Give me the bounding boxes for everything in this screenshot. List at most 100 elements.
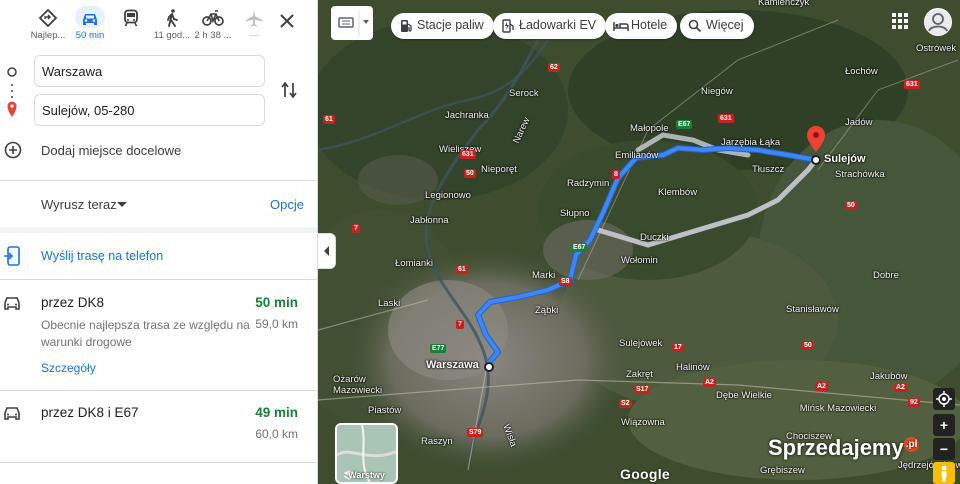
map-label: Legionowo <box>425 190 471 201</box>
layers-label: Warstwy <box>348 470 385 480</box>
my-location-button[interactable] <box>933 388 955 410</box>
road-badge: S79 <box>467 428 484 437</box>
train-icon <box>124 9 138 27</box>
map-label: Duczki <box>640 232 669 243</box>
walking-icon <box>167 9 178 27</box>
chip-hotels[interactable]: Hotele <box>605 13 678 39</box>
directions-panel: Najlep... 50 min 11 god... 2 h 38 ... — … <box>0 0 318 484</box>
road-badge: 631 <box>718 114 734 123</box>
map-label: Serock <box>509 88 539 99</box>
map-label: Nieporęt <box>481 164 517 175</box>
swap-vertical-icon <box>281 81 297 99</box>
caret-down-icon[interactable] <box>117 202 127 208</box>
swap-button[interactable] <box>279 80 299 100</box>
pegman-icon <box>941 465 947 482</box>
map-label: Tłuszcz <box>752 164 785 175</box>
route-via: przez DK8 i E67 <box>41 405 139 420</box>
chip-label: Więcej <box>706 18 744 32</box>
origin-input[interactable]: Warszawa <box>34 55 265 87</box>
divider <box>0 279 317 280</box>
car-icon <box>4 407 20 420</box>
road-badge: A2 <box>703 378 716 387</box>
route-waypoint-markers <box>7 67 17 117</box>
hotel-icon <box>613 22 629 31</box>
road-badge: 61 <box>323 115 335 124</box>
mode-flight[interactable]: — <box>232 6 276 46</box>
mode-best[interactable]: Najlep... <box>26 6 70 46</box>
car-icon <box>4 297 20 310</box>
map-label: Laski <box>378 298 401 309</box>
watermark: Sprzedajemy .pl <box>768 435 920 461</box>
layers-button[interactable]: Warstwy <box>335 423 398 484</box>
depart-time-select[interactable]: Wyrusz teraz <box>41 197 117 212</box>
add-circle-icon[interactable] <box>4 141 22 159</box>
street-view-button[interactable] <box>933 462 955 484</box>
map-label: Piastów <box>368 405 402 416</box>
options-button[interactable]: Opcje <box>270 197 304 212</box>
map-label: Halinów <box>676 362 710 373</box>
chip-ev-chargers[interactable]: Ładowarki EV <box>493 13 607 39</box>
chip-gas-stations[interactable]: Stacje paliw <box>391 13 494 39</box>
chevron-left-icon <box>323 246 329 256</box>
road-badge: 8 <box>612 170 620 179</box>
road-badge: 92 <box>908 398 920 407</box>
zoom-in-button[interactable]: + <box>933 414 955 436</box>
road-badge: E67 <box>676 120 693 129</box>
route-distance: 59,0 km <box>255 317 298 331</box>
person-icon <box>928 13 948 32</box>
close-button[interactable] <box>276 10 298 32</box>
road-badge: A2 <box>894 383 907 392</box>
chip-more[interactable]: Więcej <box>680 13 754 39</box>
account-avatar[interactable] <box>924 8 952 36</box>
zoom-out-button[interactable]: − <box>933 438 955 460</box>
divider <box>0 462 317 463</box>
my-location-icon <box>936 391 952 407</box>
map-label: Sulejówek <box>619 338 663 349</box>
gas-station-icon <box>401 20 412 32</box>
mode-transit[interactable] <box>109 6 153 46</box>
ev-charger-icon <box>502 19 514 33</box>
close-icon <box>280 14 294 28</box>
mode-flight-label: — <box>249 30 259 41</box>
map-label: Wiązowna <box>621 417 665 428</box>
route-details-link[interactable]: Szczegóły <box>41 361 96 375</box>
map-label: Jabłonna <box>410 215 449 226</box>
route-via: przez DK8 <box>41 295 105 310</box>
search-icon <box>688 19 702 33</box>
route-duration: 49 min <box>255 405 298 420</box>
road-badge: 50 <box>464 169 476 178</box>
map-label: Raszyn <box>421 436 453 447</box>
route-duration: 50 min <box>255 295 298 310</box>
map-label: Ząbki <box>535 305 559 316</box>
map-label: Jachranka <box>445 110 489 121</box>
origin-map-label: Warszawa <box>426 359 479 371</box>
map-label: Dębe Wielkie <box>716 390 772 401</box>
mode-bike-label: 2 h 38 ... <box>194 30 232 41</box>
destination-pin-icon <box>7 101 17 117</box>
apps-grid-icon[interactable] <box>892 13 908 29</box>
map-label: Emilianów <box>615 150 659 161</box>
map-label: Słupno <box>560 208 590 219</box>
chip-label: Hotele <box>631 18 668 32</box>
map-type-toggle[interactable] <box>331 6 373 40</box>
mode-bike[interactable]: 2 h 38 ... <box>191 6 235 46</box>
divider <box>0 390 317 391</box>
map-label: Jadów <box>845 117 873 128</box>
mode-car[interactable]: 50 min <box>68 6 112 46</box>
send-to-phone-link[interactable]: Wyślij trasę na telefon <box>41 249 163 263</box>
map-label: Wołomin <box>621 255 658 266</box>
add-destination-link[interactable]: Dodaj miejsce docelowe <box>41 143 181 158</box>
map-label: Niegów <box>701 86 733 97</box>
map-label: Klembów <box>658 187 698 198</box>
map-label: Strachówka <box>835 169 885 180</box>
road-badge: S2 <box>619 399 632 408</box>
watermark-text: Sprzedajemy <box>768 435 904 460</box>
collapse-panel-button[interactable] <box>318 233 336 269</box>
map-label: Ożarów Mazowiecki <box>333 374 383 396</box>
mode-walk[interactable]: 11 god... <box>150 6 194 46</box>
road-badge: 7 <box>352 224 360 233</box>
destination-input[interactable]: Sulejów, 05-280 <box>34 94 265 126</box>
road-badge: A2 <box>815 382 828 391</box>
road-badge: 62 <box>548 63 560 72</box>
map-view[interactable]: Kamieńczyk Ostrówek Łochów Serock Niegów… <box>318 0 960 484</box>
